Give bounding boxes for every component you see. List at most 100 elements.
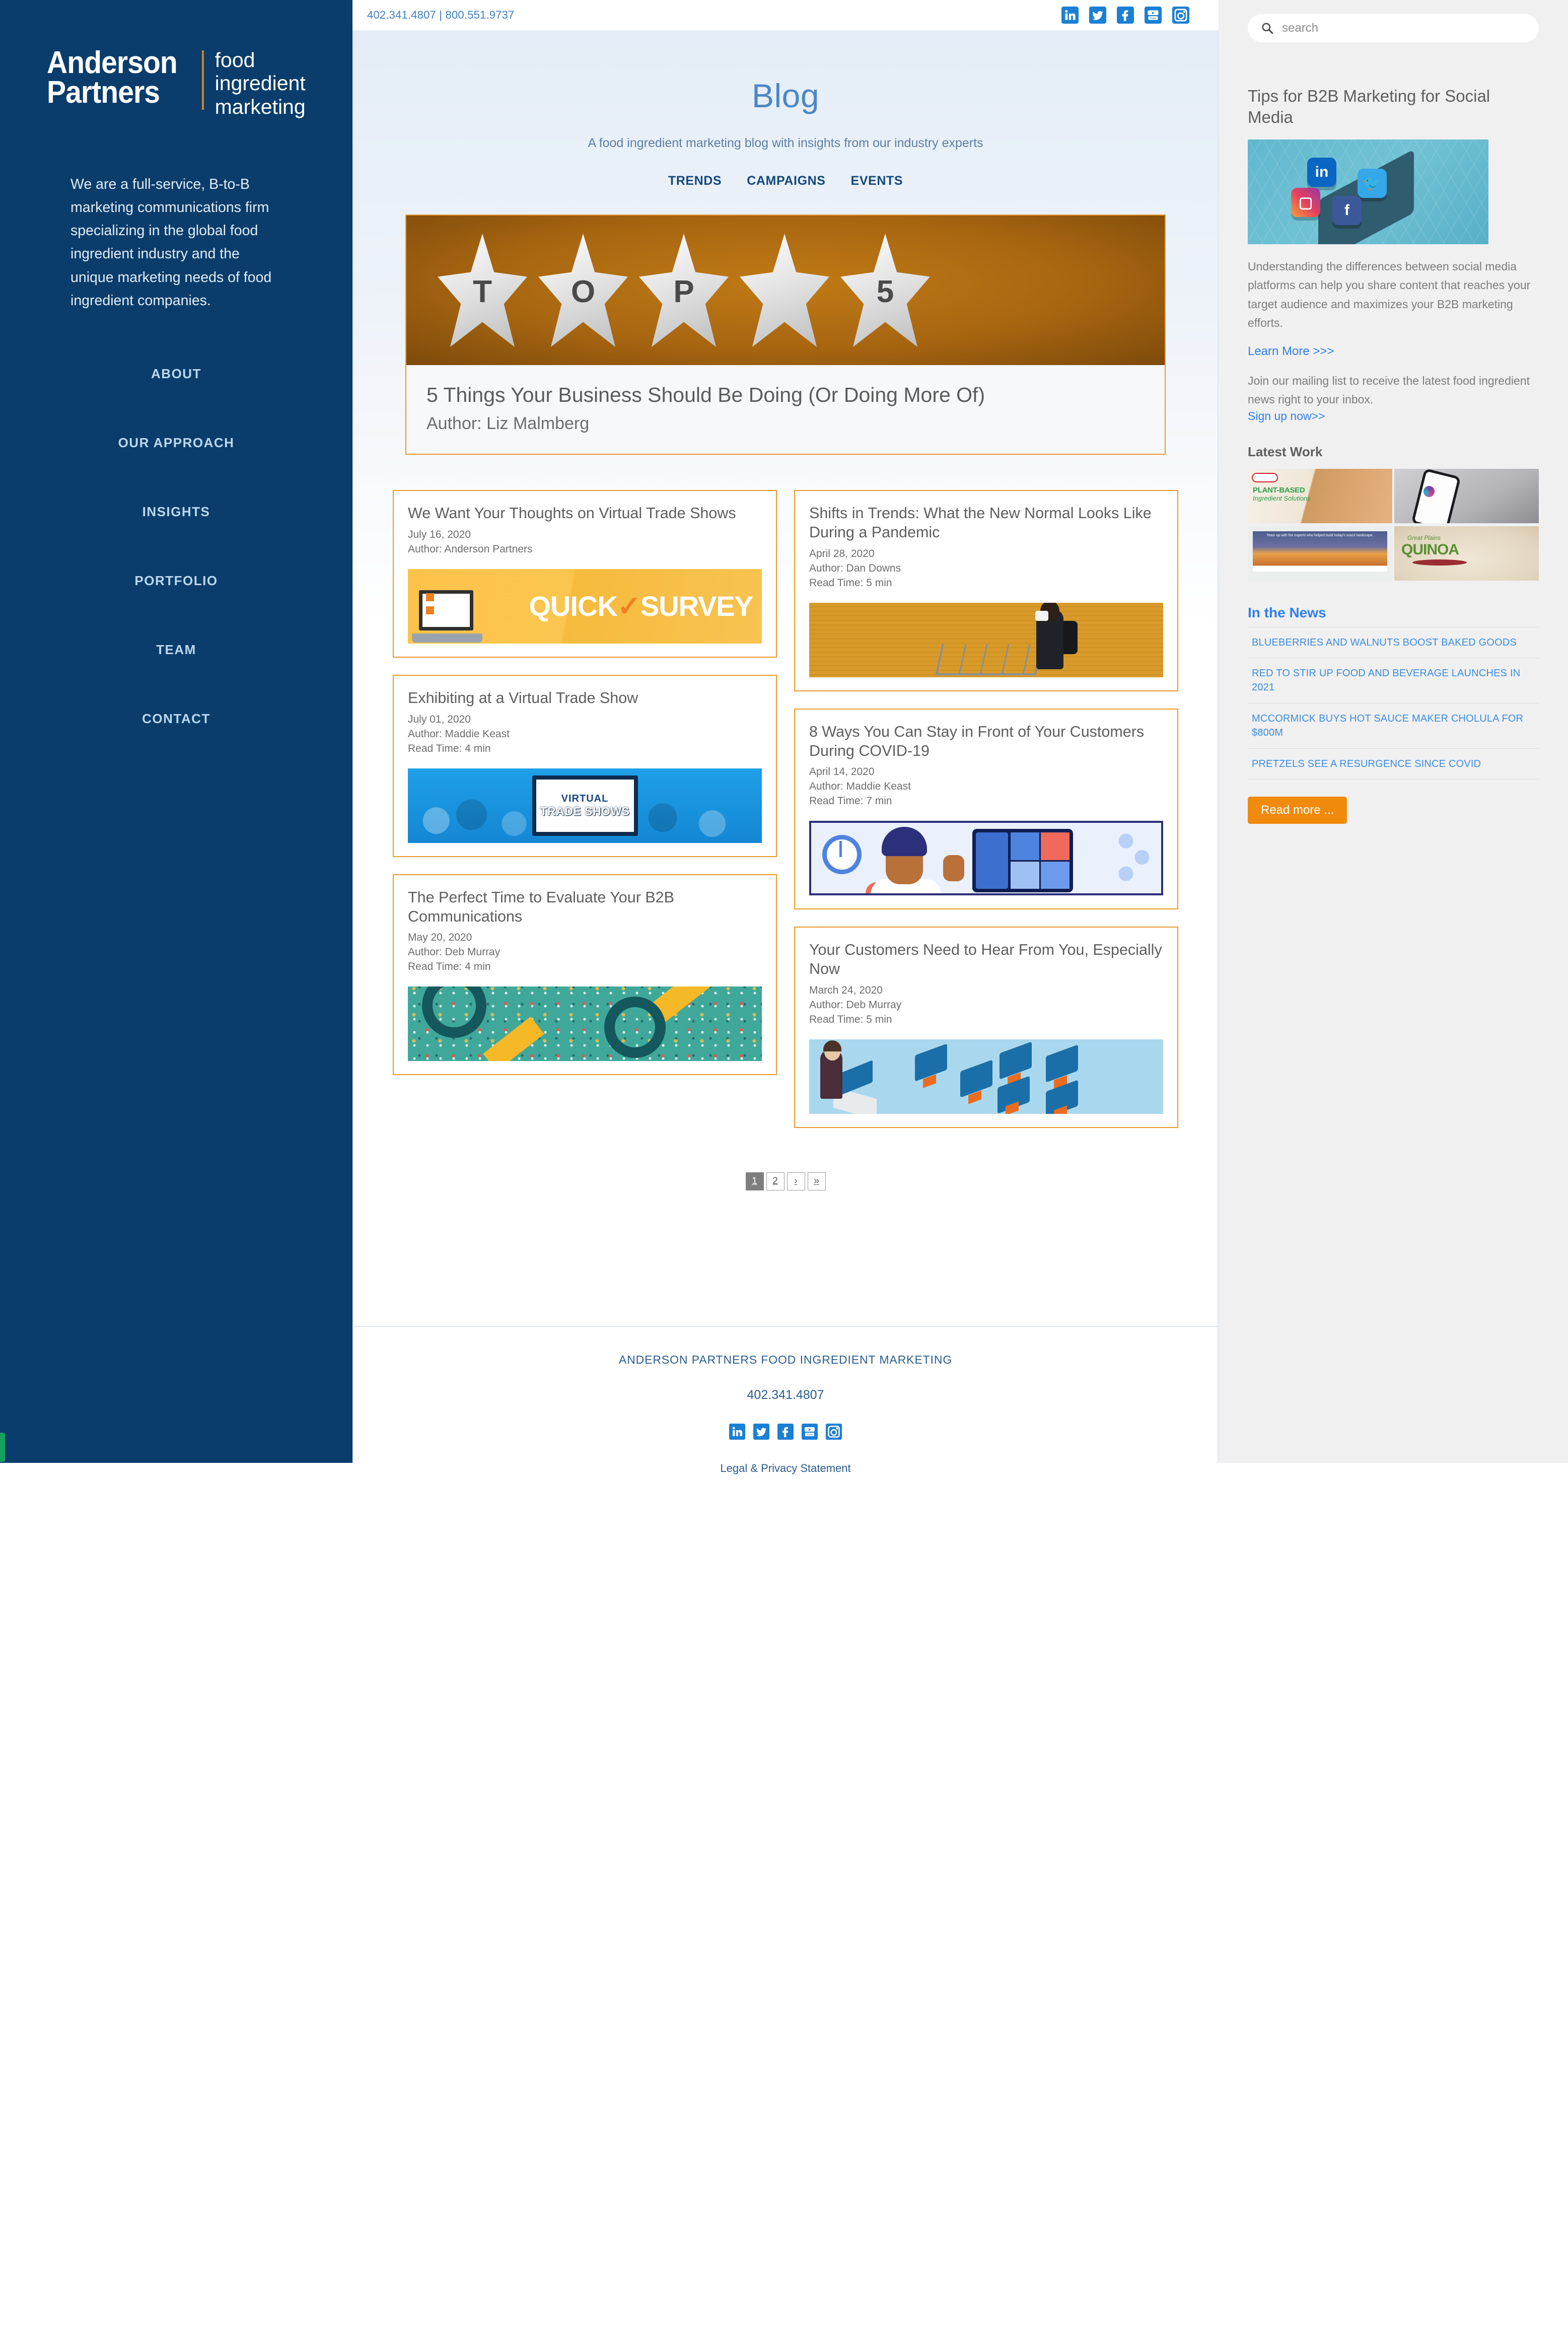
pagination-last-button[interactable]: »	[807, 1172, 826, 1190]
logo-tagline: food ingredient marketing	[215, 48, 306, 118]
search-input[interactable]	[1282, 21, 1505, 35]
tab-campaigns[interactable]: CAMPAIGNS	[747, 174, 825, 188]
work-subtitle: Ingredient Solutions	[1253, 494, 1311, 502]
facebook-icon[interactable]	[1117, 7, 1134, 24]
svg-text:Tube: Tube	[807, 1433, 813, 1436]
header-social-links: Tube	[1061, 7, 1189, 24]
latest-work-grid: PLANT-BASED Ingredient Solutions Team up…	[1248, 468, 1539, 581]
page-root: Anderson Partners food ingredient marketi…	[0, 0, 1568, 2326]
post-author: Author: Deb Murray	[809, 999, 902, 1011]
work-title: QUINOA	[1401, 541, 1459, 558]
footer-legal-link[interactable]: Legal & Privacy Statement	[720, 1462, 850, 1475]
facebook-icon[interactable]	[777, 1424, 794, 1440]
post-title[interactable]: 8 Ways You Can Stay in Front of Your Cus…	[809, 723, 1163, 761]
pagination-next-button[interactable]: ›	[787, 1172, 805, 1190]
work-thumb-snack-landscape[interactable]: Team up with the experts who helped buil…	[1248, 526, 1392, 581]
post-column-right: Shifts in Trends: What the New Normal Lo…	[794, 490, 1178, 1128]
post-card-customers-need-to-hear[interactable]: Your Customers Need to Hear From You, Es…	[794, 927, 1178, 1128]
thumb-text-virtual: VIRTUAL	[561, 793, 609, 804]
instagram-icon[interactable]	[1172, 7, 1189, 24]
site-logo[interactable]: Anderson Partners food ingredient marketi…	[47, 45, 306, 118]
featured-post-author: Author: Liz Malmberg	[426, 414, 590, 434]
logo-tagline-line1: food	[215, 48, 255, 72]
post-grid: We Want Your Thoughts on Virtual Trade S…	[393, 490, 1178, 1128]
post-read-time: Read Time: 4 min	[408, 742, 491, 754]
post-card-exhibiting-virtual-trade-show[interactable]: Exhibiting at a Virtual Trade Show July …	[393, 675, 777, 857]
featured-post-meta: 5 Things Your Business Should Be Doing (…	[406, 365, 1165, 454]
star-letter-2: O	[571, 274, 596, 309]
promo-learn-more-link[interactable]: Learn More >>>	[1248, 344, 1334, 359]
post-title[interactable]: Shifts in Trends: What the New Normal Lo…	[809, 504, 1163, 542]
post-meta: May 20, 2020 Author: Deb Murray Read Tim…	[408, 931, 762, 974]
post-card-8-ways-covid[interactable]: 8 Ways You Can Stay in Front of Your Cus…	[794, 708, 1178, 910]
header-phone-link[interactable]: 402.341.4807 | 800.551.9737	[367, 9, 515, 22]
news-item[interactable]: PRETZELS SEE A RESURGENCE SINCE COVID	[1248, 749, 1539, 780]
news-item[interactable]: RED TO STIR UP FOOD AND BEVERAGE LAUNCHE…	[1248, 658, 1539, 703]
star-letter-3: P	[673, 274, 694, 309]
promo-image-social-media: in 🐦 ▢ f	[1248, 139, 1488, 245]
pagination-page-2[interactable]: 2	[766, 1172, 785, 1190]
sidebar-item-team[interactable]: TEAM	[0, 631, 352, 668]
accessibility-tab-handle[interactable]	[0, 1433, 5, 1462]
post-read-time: Read Time: 5 min	[809, 577, 892, 589]
footer-phone-link[interactable]: 402.341.4807	[353, 1388, 1218, 1402]
search-box[interactable]	[1248, 14, 1539, 42]
twitter-icon[interactable]	[753, 1424, 769, 1440]
read-more-button[interactable]: Read more ...	[1248, 797, 1347, 824]
twitter-icon: 🐦	[1358, 169, 1387, 198]
main-content: Blog A food ingredient marketing blog wi…	[352, 30, 1219, 1326]
work-thumb-great-plains-quinoa[interactable]: Great Plains QUINOA	[1394, 526, 1539, 581]
work-subtitle: Great Plains	[1407, 534, 1441, 541]
sidebar-item-contact[interactable]: CONTACT	[0, 700, 352, 737]
mailing-list-signup-link[interactable]: Sign up now>>	[1248, 409, 1325, 423]
instagram-icon: ▢	[1291, 188, 1320, 218]
right-sidebar: Tips for B2B Marketing for Social Media …	[1219, 0, 1568, 1463]
work-thumb-corbion[interactable]	[1394, 468, 1539, 523]
work-thumb-plant-based[interactable]: PLANT-BASED Ingredient Solutions	[1248, 468, 1392, 523]
instagram-icon[interactable]	[826, 1424, 842, 1440]
post-meta: July 16, 2020 Author: Anderson Partners	[408, 528, 762, 557]
post-thumbnail-magnifier-icons	[408, 986, 762, 1062]
youtube-icon[interactable]: Tube	[1145, 7, 1162, 24]
news-item[interactable]: BLUEBERRIES AND WALNUTS BOOST BAKED GOOD…	[1248, 627, 1539, 659]
post-read-time: Read Time: 4 min	[408, 961, 491, 973]
post-card-virtual-trade-shows-survey[interactable]: We Want Your Thoughts on Virtual Trade S…	[393, 490, 777, 658]
thumb-text-quick: QUICK	[529, 590, 617, 622]
post-card-perfect-time-b2b-communications[interactable]: The Perfect Time to Evaluate Your B2B Co…	[393, 874, 777, 1076]
linkedin-icon[interactable]	[729, 1424, 745, 1440]
post-date: April 28, 2020	[809, 547, 875, 559]
blog-category-tabs: TRENDS CAMPAIGNS EVENTS	[353, 174, 1218, 188]
logo-company-name: Anderson Partners	[47, 45, 178, 110]
youtube-icon[interactable]: Tube	[802, 1424, 818, 1440]
tab-events[interactable]: EVENTS	[851, 174, 903, 188]
logo-tagline-line3: marketing	[215, 95, 306, 118]
sidebar-item-portfolio[interactable]: PORTFOLIO	[0, 562, 352, 599]
post-thumbnail-empty-desks	[809, 1039, 1163, 1114]
sidebar-item-our-approach[interactable]: OUR APPROACH	[0, 425, 352, 461]
post-title[interactable]: Exhibiting at a Virtual Trade Show	[408, 689, 762, 708]
post-card-shifts-in-trends[interactable]: Shifts in Trends: What the New Normal Lo…	[794, 490, 1178, 691]
sidebar-item-about[interactable]: ABOUT	[0, 356, 352, 392]
post-author: Author: Deb Murray	[408, 946, 501, 958]
post-read-time: Read Time: 5 min	[809, 1013, 892, 1025]
logo-divider	[201, 50, 204, 110]
left-sidebar: Anderson Partners food ingredient marketi…	[0, 0, 352, 1463]
linkedin-icon[interactable]	[1061, 7, 1079, 24]
post-title[interactable]: We Want Your Thoughts on Virtual Trade S…	[408, 504, 762, 523]
footer-company-name: ANDERSON PARTNERS FOOD INGREDIENT MARKET…	[618, 1353, 953, 1366]
tab-trends[interactable]: TRENDS	[668, 174, 722, 188]
sidebar-item-insights[interactable]: INSIGHTS	[0, 494, 352, 530]
page-title: Blog	[751, 77, 820, 114]
promo-title[interactable]: Tips for B2B Marketing for Social Media	[1248, 86, 1539, 127]
post-title[interactable]: The Perfect Time to Evaluate Your B2B Co…	[408, 888, 762, 927]
featured-post-title[interactable]: 5 Things Your Business Should Be Doing (…	[426, 382, 1145, 408]
post-title[interactable]: Your Customers Need to Hear From You, Es…	[809, 941, 1163, 979]
twitter-icon[interactable]	[1089, 7, 1106, 24]
post-thumbnail-video-call	[809, 821, 1163, 896]
post-author: Author: Maddie Keast	[408, 728, 510, 740]
featured-post-card[interactable]: T O P 5 5 Things Your Business Should Be…	[405, 215, 1166, 455]
news-item[interactable]: MCCORMICK BUYS HOT SAUCE MAKER CHOLULA F…	[1248, 703, 1539, 749]
post-date: July 01, 2020	[408, 713, 471, 725]
linkedin-icon: in	[1307, 158, 1336, 187]
pagination-page-1[interactable]: 1	[745, 1172, 764, 1190]
